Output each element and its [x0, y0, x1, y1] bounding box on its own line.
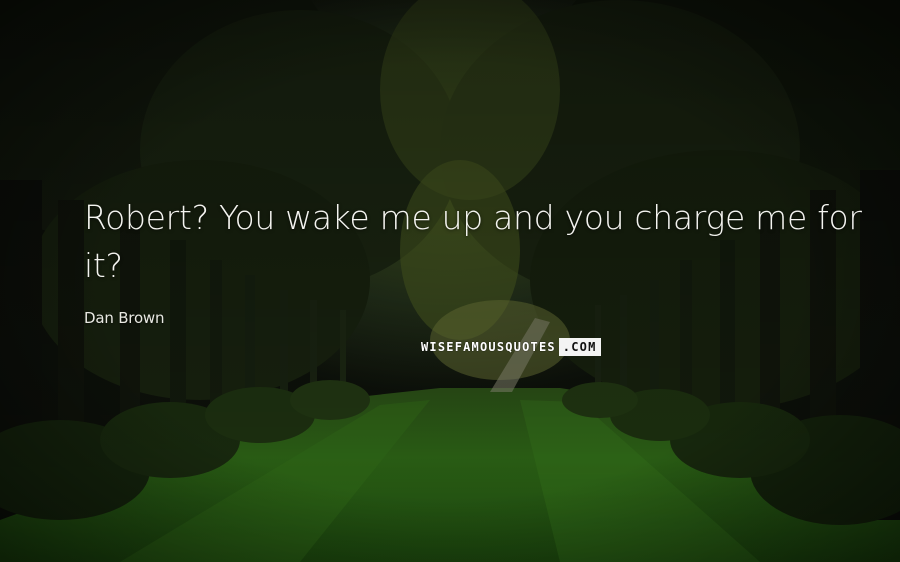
logo-tld-text: .COM	[558, 338, 601, 356]
quote-text: Robert? You wake me up and you charge me…	[84, 198, 862, 285]
logo-main-text: WISEFAMOUSQUOTES	[421, 340, 556, 354]
site-logo: WISEFAMOUSQUOTES .COM	[420, 338, 601, 356]
quote-author: Dan Brown	[84, 309, 165, 327]
